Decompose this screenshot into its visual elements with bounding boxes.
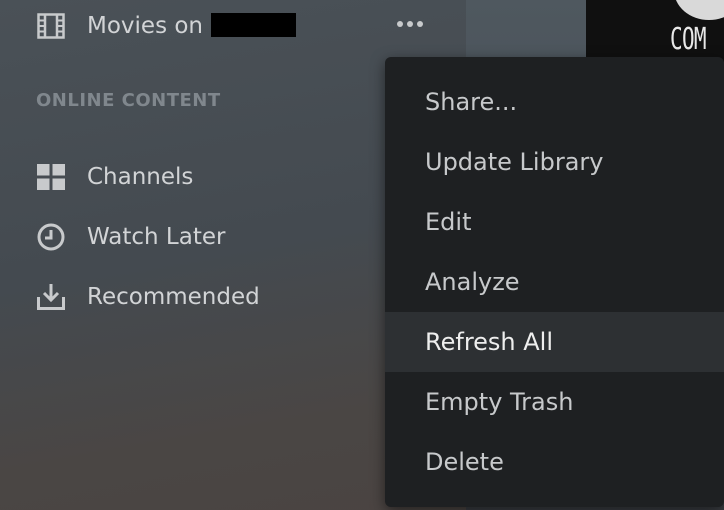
sidebar-item-watch-later[interactable]: Watch Later bbox=[0, 217, 380, 257]
sidebar-item-label: Watch Later bbox=[87, 224, 226, 250]
sidebar-item-channels[interactable]: Channels bbox=[0, 157, 380, 197]
dot bbox=[417, 21, 423, 27]
menu-item-share[interactable]: Share... bbox=[385, 72, 724, 132]
menu-item-delete[interactable]: Delete bbox=[385, 432, 724, 492]
download-icon bbox=[36, 282, 66, 312]
library-name: Movies on bbox=[87, 13, 204, 39]
menu-item-analyze[interactable]: Analyze bbox=[385, 252, 724, 312]
grid-icon bbox=[36, 162, 66, 192]
poster-title: COM bbox=[670, 22, 707, 57]
context-menu: Share... Update Library Edit Analyze Ref… bbox=[385, 57, 724, 507]
poster-thumbnail[interactable]: COM bbox=[586, 0, 724, 62]
dot bbox=[397, 21, 403, 27]
dot bbox=[407, 21, 413, 27]
sidebar-item-label: Movies on bbox=[87, 12, 297, 39]
redacted-name bbox=[211, 12, 297, 37]
film-icon bbox=[36, 11, 66, 41]
section-title-online-content: ONLINE CONTENT bbox=[36, 90, 221, 111]
menu-item-empty-trash[interactable]: Empty Trash bbox=[385, 372, 724, 432]
menu-item-update-library[interactable]: Update Library bbox=[385, 132, 724, 192]
sidebar-item-label: Recommended bbox=[87, 284, 260, 310]
sidebar-item-recommended[interactable]: Recommended bbox=[0, 277, 380, 317]
menu-item-refresh-all[interactable]: Refresh All bbox=[385, 312, 724, 372]
clock-icon bbox=[36, 222, 66, 252]
sidebar-item-label: Channels bbox=[87, 164, 194, 190]
poster-graphic bbox=[674, 0, 724, 20]
sidebar-item-movies-library[interactable]: Movies on bbox=[0, 6, 380, 46]
menu-item-edit[interactable]: Edit bbox=[385, 192, 724, 252]
more-options-button[interactable] bbox=[394, 14, 426, 34]
